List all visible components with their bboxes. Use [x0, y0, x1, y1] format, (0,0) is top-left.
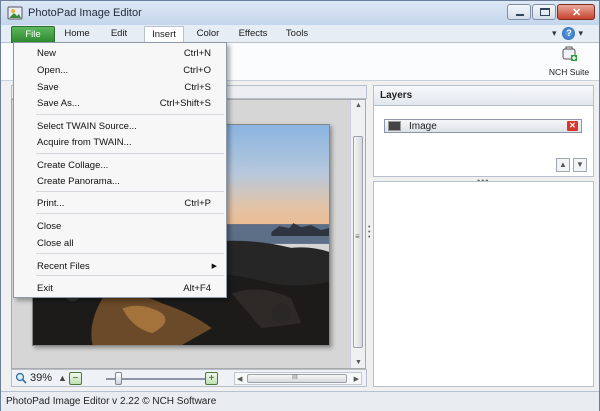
menu-item-label: Select TWAIN Source... [37, 121, 137, 132]
layers-panel: Layers Image ✕ ▲ ▼ [373, 85, 594, 177]
ribbon-collapse-chevron-icon[interactable]: ▾ [552, 28, 557, 39]
menu-item-shortcut: Ctrl+S [184, 82, 211, 93]
menu-item-shortcut: Ctrl+Shift+S [159, 98, 211, 109]
menu-separator [36, 191, 224, 192]
title-bar: PhotoPad Image Editor ✕ [1, 1, 599, 25]
menu-item-label: Save As... [37, 98, 80, 109]
menu-item-label: Exit [37, 283, 53, 294]
zoom-in-button[interactable]: + [205, 372, 218, 385]
menu-separator [36, 253, 224, 254]
tab-effects[interactable]: Effects [234, 26, 272, 43]
menu-item-label: Close [37, 221, 62, 232]
menu-item[interactable]: Exit Alt+F4 [15, 281, 225, 297]
close-icon: ✕ [572, 7, 582, 19]
app-window: PhotoPad Image Editor ✕ File Home Edit I… [0, 0, 600, 411]
menu-item-label: Create Panorama... [37, 176, 120, 187]
menu-item[interactable]: Acquire from TWAIN... [15, 135, 225, 151]
menu-separator [36, 153, 224, 154]
menu-item-label: Acquire from TWAIN... [37, 137, 132, 148]
menu-item-shortcut: Alt+F4 [183, 283, 211, 294]
menu-item-label: Close all [37, 238, 74, 249]
maximize-icon [540, 8, 550, 16]
tab-file[interactable]: File [11, 26, 55, 43]
menu-item-label: Create Collage... [37, 160, 109, 171]
move-layer-up-button[interactable]: ▲ [556, 158, 570, 172]
canvas-horizontal-scrollbar[interactable]: ◀ III ▶ [234, 372, 362, 385]
ribbon-tab-bar: File Home Edit Insert Color Effects Tool… [1, 25, 599, 44]
window-title: PhotoPad Image Editor [28, 7, 142, 19]
horizontal-scroll-thumb[interactable]: III [247, 374, 347, 383]
menu-item-shortcut: Ctrl+P [184, 198, 211, 209]
status-bar: PhotoPad Image Editor v 2.22 © NCH Softw… [1, 391, 599, 411]
submenu-arrow-icon: ▶ [211, 263, 217, 270]
menu-item[interactable]: New Ctrl+N [15, 46, 225, 62]
menu-item-label: Open... [37, 65, 69, 76]
menu-item[interactable]: Create Collage... [15, 158, 225, 174]
menu-item[interactable]: Print... Ctrl+P [15, 196, 225, 212]
menu-separator [36, 114, 224, 115]
menu-item-label: New [37, 48, 57, 59]
layer-thumbnail [388, 121, 401, 131]
vertical-scroll-thumb[interactable]: ≡ [353, 136, 363, 348]
menu-item-label: Print... [37, 198, 65, 209]
scroll-left-arrow-icon[interactable]: ◀ [237, 375, 242, 383]
help-dropdown-icon[interactable]: ▾ [578, 28, 583, 39]
maximize-button[interactable] [532, 4, 556, 20]
tab-home[interactable]: Home [61, 26, 93, 43]
zoom-level: 39% [30, 372, 53, 384]
menu-item[interactable]: Recent Files ▶ [15, 259, 225, 275]
menu-item[interactable]: Close [15, 219, 225, 235]
nch-suite-label: NCH Suite [548, 67, 590, 77]
layer-name: Image [409, 120, 437, 132]
delete-layer-icon[interactable]: ✕ [567, 121, 578, 131]
minimize-button[interactable] [507, 4, 531, 20]
menu-item-label: Save [37, 82, 59, 93]
tab-edit[interactable]: Edit [104, 26, 134, 43]
menu-item[interactable]: Select TWAIN Source... [15, 119, 225, 135]
horizontal-scroll-grip: III [292, 374, 298, 381]
nch-suite-icon [562, 46, 577, 61]
canvas-vertical-scrollbar[interactable]: ▲ ≡ ▼ [350, 100, 365, 368]
menu-separator [36, 213, 224, 214]
layers-panel-title: Layers [374, 86, 593, 106]
tab-color[interactable]: Color [192, 26, 224, 43]
help-button[interactable]: ? [562, 27, 576, 40]
menu-item-label: Recent Files [37, 261, 90, 272]
move-layer-down-button[interactable]: ▼ [573, 158, 587, 172]
menu-item[interactable]: Save As... Ctrl+Shift+S [15, 96, 225, 112]
properties-panel [373, 181, 594, 387]
menu-item[interactable]: Save Ctrl+S [15, 80, 225, 96]
vertical-scroll-grip: ≡ [355, 232, 360, 241]
zoom-out-button[interactable]: − [68, 371, 82, 385]
menu-item-shortcut: Ctrl+N [183, 48, 211, 59]
scroll-down-arrow-icon[interactable]: ▼ [355, 359, 362, 366]
panel-splitter-vertical[interactable]: • • • [368, 224, 370, 241]
menu-item[interactable]: Open... Ctrl+O [15, 63, 225, 79]
menu-item[interactable]: Close all [15, 236, 225, 252]
menu-item-shortcut: Ctrl+O [183, 65, 211, 76]
zoom-magnifier-icon [15, 372, 27, 384]
nch-suite-button[interactable]: NCH Suite [547, 45, 591, 77]
scroll-up-arrow-icon[interactable]: ▲ [355, 102, 362, 109]
fit-triangle-icon[interactable]: ▲ [58, 373, 67, 383]
zoom-slider-knob[interactable] [115, 372, 122, 385]
app-icon [7, 6, 23, 20]
minimize-icon [516, 14, 524, 16]
close-button[interactable]: ✕ [557, 4, 595, 20]
menu-item[interactable]: Create Panorama... [15, 174, 225, 190]
menu-separator [36, 275, 224, 276]
canvas-bottom-bar: 39% ▲ − + ◀ III ▶ [11, 369, 367, 387]
scroll-right-arrow-icon[interactable]: ▶ [354, 375, 359, 383]
tab-tools[interactable]: Tools [281, 26, 313, 43]
layer-item[interactable]: Image ✕ [384, 119, 582, 133]
file-menu: New Ctrl+N Open... Ctrl+O Save Ctrl+S Save As.… [13, 42, 227, 298]
